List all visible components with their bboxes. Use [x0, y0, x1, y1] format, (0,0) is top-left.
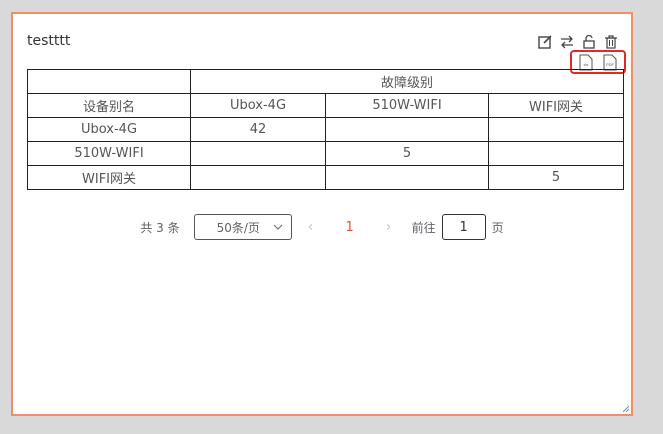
- widget-title: testttt: [27, 33, 71, 49]
- table-header-row: 故障级别: [27, 69, 624, 94]
- edit-icon[interactable]: [537, 34, 553, 50]
- table-cell: [488, 117, 624, 142]
- page-size-select[interactable]: 50条/页: [193, 214, 292, 240]
- group-header: 故障级别: [190, 69, 624, 94]
- resize-handle-icon[interactable]: [623, 406, 629, 412]
- pdf-label: PDF: [606, 62, 615, 67]
- table-cell: [325, 165, 489, 190]
- next-page-button[interactable]: ›: [370, 219, 408, 235]
- table-cell: [325, 117, 489, 142]
- table-subheader-row: 设备别名 Ubox-4G 510W-WIFI WIFI网关: [27, 93, 624, 118]
- swap-icon[interactable]: [559, 34, 575, 50]
- table-row: 510W-WIFI 5: [27, 141, 624, 166]
- corner-cell: [27, 69, 191, 94]
- table-cell: [190, 141, 326, 166]
- column-header: Ubox-4G: [190, 93, 326, 118]
- prev-page-button[interactable]: ‹: [292, 219, 330, 235]
- page-number[interactable]: 1: [330, 220, 370, 235]
- trash-icon[interactable]: [603, 34, 619, 50]
- xls-label: xls: [584, 62, 589, 67]
- table-cell: 5: [325, 141, 489, 166]
- row-label: WIFI网关: [27, 165, 191, 190]
- row-label: 510W-WIFI: [27, 141, 191, 166]
- column-header: WIFI网关: [488, 93, 624, 118]
- table-cell: 42: [190, 117, 326, 142]
- total-count: 共 3 条: [140, 220, 180, 235]
- fault-table: 故障级别 设备别名 Ubox-4G 510W-WIFI WIFI网关 Ubox-…: [27, 69, 624, 190]
- page-suffix: 页: [491, 220, 504, 235]
- table-row: Ubox-4G 42: [27, 117, 624, 142]
- table-cell: 5: [488, 165, 624, 190]
- unlock-icon[interactable]: [581, 34, 597, 50]
- table-cell: [488, 141, 624, 166]
- pagination: 共 3 条 50条/页 ‹ 1 › 前往 1 页: [13, 214, 631, 240]
- widget-toolbar: [537, 34, 619, 50]
- chevron-down-icon: [273, 224, 283, 230]
- column-header: 510W-WIFI: [325, 93, 489, 118]
- goto-page-input[interactable]: 1: [441, 214, 486, 240]
- table-cell: [190, 165, 326, 190]
- row-label: Ubox-4G: [27, 117, 191, 142]
- page-size-value: 50条/页: [216, 220, 260, 235]
- table-row: WIFI网关 5: [27, 165, 624, 190]
- widget-card: testttt xls PDF 故障级别 设备别名 Ubox-4G 510W-W…: [11, 12, 633, 416]
- row-header: 设备别名: [27, 93, 191, 118]
- goto-label: 前往: [411, 220, 436, 235]
